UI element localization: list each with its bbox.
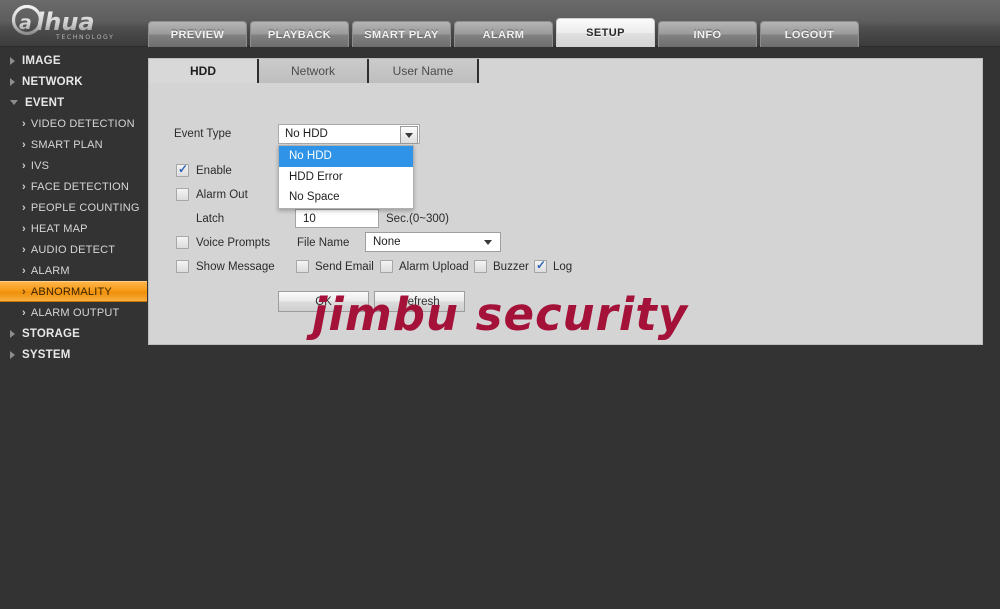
chevron-right-icon (10, 329, 15, 338)
chevron-right-icon: › (22, 306, 26, 319)
nav-tab-logout[interactable]: LOGOUT (760, 21, 859, 47)
chevron-down-icon (10, 100, 18, 105)
chevron-right-icon (10, 56, 15, 65)
file-name-value: None (373, 236, 401, 248)
show-message-checkbox[interactable] (176, 260, 189, 273)
content-tabs: HDD Network User Name (149, 59, 479, 83)
buzzer-checkbox[interactable] (474, 260, 487, 273)
svg-text:lhua: lhua (36, 8, 95, 36)
tab-hdd[interactable]: HDD (149, 59, 259, 83)
app-root: a lhua TECHNOLOGY PREVIEW PLAYBACK SMART… (0, 0, 1000, 609)
dropdown-option-no-space[interactable]: No Space (279, 187, 413, 208)
nav-tab-smart-play[interactable]: SMART PLAY (352, 21, 451, 47)
enable-label: Enable (196, 165, 232, 177)
latch-input[interactable]: 10 (295, 209, 379, 228)
watermark-text: jimbu security (312, 288, 689, 341)
chevron-right-icon: › (22, 201, 26, 214)
svg-text:a: a (19, 12, 32, 34)
alarm-upload-checkbox[interactable] (380, 260, 393, 273)
tab-network[interactable]: Network (259, 59, 369, 83)
nav-tab-alarm[interactable]: ALARM (454, 21, 553, 47)
sidebar-label-face-detection: FACE DETECTION (30, 180, 130, 193)
alarm-upload-label: Alarm Upload (399, 261, 469, 273)
dahua-logo: a lhua TECHNOLOGY (8, 2, 136, 44)
voice-prompts-checkbox[interactable] (176, 236, 189, 249)
sidebar-item-video-detection[interactable]: › VIDEO DETECTION (0, 113, 148, 134)
tab-user-name[interactable]: User Name (369, 59, 479, 83)
file-name-label: File Name (297, 237, 350, 249)
nav-tab-playback[interactable]: PLAYBACK (250, 21, 349, 47)
sidebar-label-system: SYSTEM (22, 348, 71, 361)
sidebar-item-ivs[interactable]: › IVS (0, 155, 148, 176)
event-type-label: Event Type (174, 128, 232, 140)
sidebar-item-system[interactable]: SYSTEM (0, 344, 148, 365)
alarm-out-checkbox[interactable] (176, 188, 189, 201)
send-email-checkbox[interactable] (296, 260, 309, 273)
send-email-label: Send Email (315, 261, 374, 273)
log-checkbox[interactable] (534, 258, 547, 273)
event-type-value: No HDD (285, 128, 328, 140)
sidebar-item-alarm[interactable]: › ALARM (0, 260, 148, 281)
nav-tab-preview[interactable]: PREVIEW (148, 21, 247, 47)
sidebar-label-image: IMAGE (22, 54, 61, 67)
dahua-logo-icon: a lhua TECHNOLOGY (11, 4, 115, 41)
sidebar-item-audio-detect[interactable]: › AUDIO DETECT (0, 239, 148, 260)
buzzer-label: Buzzer (493, 261, 529, 273)
sidebar-label-smart-plan: SMART PLAN (30, 138, 103, 151)
sidebar-item-smart-plan[interactable]: › SMART PLAN (0, 134, 148, 155)
sidebar-item-face-detection[interactable]: › FACE DETECTION (0, 176, 148, 197)
sidebar-item-image[interactable]: IMAGE (0, 50, 148, 71)
dropdown-option-hdd-error[interactable]: HDD Error (279, 167, 413, 188)
sidebar-item-people-counting[interactable]: › PEOPLE COUNTING (0, 197, 148, 218)
event-type-select[interactable]: No HDD (278, 124, 420, 144)
chevron-right-icon: › (22, 222, 26, 235)
chevron-right-icon (10, 350, 15, 359)
nav-tab-setup[interactable]: SETUP (556, 18, 655, 47)
chevron-right-icon: › (22, 243, 26, 256)
chevron-right-icon: › (22, 180, 26, 193)
sidebar-item-abnormality[interactable]: › ABNORMALITY (0, 281, 147, 302)
sidebar-item-heat-map[interactable]: › HEAT MAP (0, 218, 148, 239)
log-label: Log (553, 261, 573, 273)
latch-label: Latch (196, 213, 225, 225)
sidebar-label-alarm-output: ALARM OUTPUT (30, 306, 120, 319)
sidebar-label-abnormality: ABNORMALITY (30, 285, 112, 298)
chevron-right-icon: › (22, 159, 26, 172)
sidebar-item-network[interactable]: NETWORK (0, 71, 148, 92)
sidebar-label-storage: STORAGE (22, 327, 81, 340)
chevron-down-icon[interactable] (400, 126, 418, 144)
enable-checkbox[interactable] (176, 162, 189, 177)
dropdown-option-no-hdd[interactable]: No HDD (279, 146, 413, 167)
latch-unit-label: Sec.(0~300) (386, 213, 449, 225)
app-header: a lhua TECHNOLOGY PREVIEW PLAYBACK SMART… (0, 0, 1000, 47)
sidebar-label-video-detection: VIDEO DETECTION (30, 117, 135, 130)
event-type-dropdown-list[interactable]: No HDD HDD Error No Space (278, 145, 414, 209)
chevron-right-icon: › (22, 285, 26, 298)
sidebar-item-storage[interactable]: STORAGE (0, 323, 148, 344)
alarm-out-label: Alarm Out (196, 189, 248, 201)
chevron-down-icon (484, 240, 492, 245)
sidebar-label-people-counting: PEOPLE COUNTING (30, 201, 140, 214)
svg-text:TECHNOLOGY: TECHNOLOGY (55, 34, 115, 41)
chevron-right-icon: › (22, 138, 26, 151)
sidebar-label-event: EVENT (25, 96, 65, 109)
sidebar: IMAGE NETWORK EVENT › VIDEO DETECTION › … (0, 50, 148, 365)
show-message-label: Show Message (196, 261, 275, 273)
sidebar-label-alarm: ALARM (30, 264, 70, 277)
nav-tab-info[interactable]: INFO (658, 21, 757, 47)
chevron-right-icon: › (22, 264, 26, 277)
file-name-select[interactable]: None (365, 232, 501, 252)
sidebar-item-alarm-output[interactable]: › ALARM OUTPUT (0, 302, 148, 323)
sidebar-label-network: NETWORK (22, 75, 83, 88)
main-nav-tabs: PREVIEW PLAYBACK SMART PLAY ALARM SETUP … (148, 18, 859, 47)
sidebar-label-heat-map: HEAT MAP (30, 222, 88, 235)
sidebar-label-ivs: IVS (30, 159, 50, 172)
sidebar-label-audio-detect: AUDIO DETECT (30, 243, 116, 256)
chevron-right-icon (10, 77, 15, 86)
sidebar-item-event[interactable]: EVENT (0, 92, 148, 113)
voice-prompts-label: Voice Prompts (196, 237, 271, 249)
chevron-right-icon: › (22, 117, 26, 130)
